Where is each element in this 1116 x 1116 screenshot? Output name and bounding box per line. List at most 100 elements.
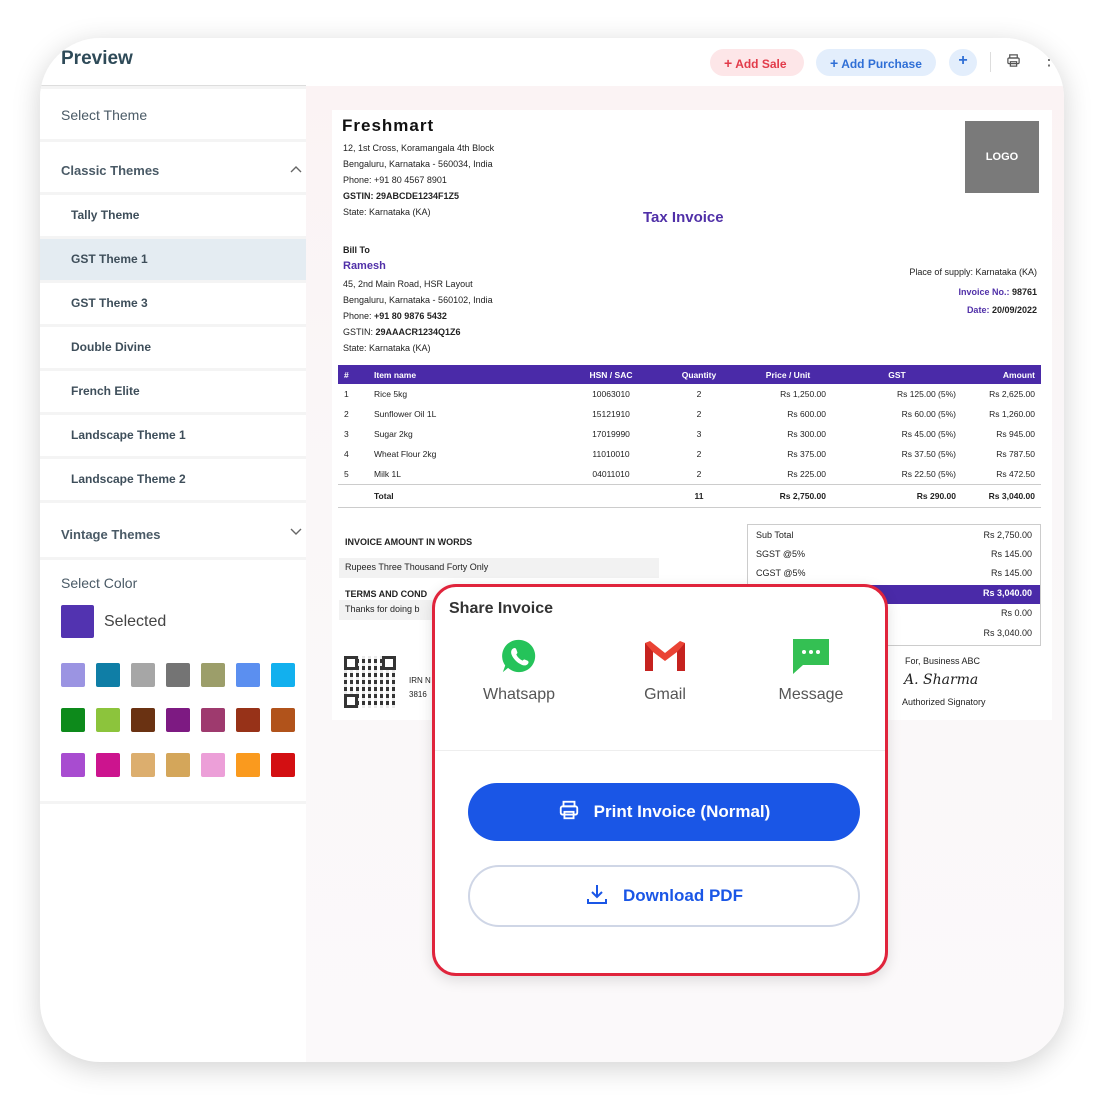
row-amount: Rs 787.50 bbox=[996, 449, 1035, 459]
summary-value: Rs 3,040.00 bbox=[982, 588, 1032, 598]
irn-label: IRN N bbox=[409, 676, 431, 685]
select-theme-heading: Select Theme bbox=[40, 89, 306, 139]
toolbar-divider bbox=[990, 52, 991, 72]
summary-label: SGST @5% bbox=[756, 549, 805, 559]
classic-themes-toggle[interactable]: Classic Themes bbox=[40, 142, 306, 192]
print-invoice-label: Print Invoice (Normal) bbox=[593, 802, 771, 821]
invoice-date: Date: 20/09/2022 bbox=[967, 305, 1037, 315]
row-index: 2 bbox=[344, 409, 349, 419]
download-pdf-button[interactable]: Download PDF bbox=[468, 865, 860, 927]
vintage-themes-toggle[interactable]: Vintage Themes bbox=[40, 503, 306, 557]
color-swatch[interactable] bbox=[96, 708, 120, 732]
signature: A. Sharma bbox=[904, 672, 979, 688]
row-quantity: 2 bbox=[696, 389, 702, 399]
row-index: 3 bbox=[344, 429, 349, 439]
color-swatch[interactable] bbox=[236, 753, 260, 777]
color-swatch[interactable] bbox=[271, 708, 295, 732]
more-options-icon[interactable]: ⋮ bbox=[1041, 50, 1057, 70]
color-swatch[interactable] bbox=[166, 663, 190, 687]
selected-color-label: Selected bbox=[104, 612, 167, 630]
authorized-signatory: Authorized Signatory bbox=[902, 697, 986, 707]
app-frame: Preview Select Theme Classic Themes Tall… bbox=[40, 38, 1064, 1062]
share-message-button[interactable]: Message bbox=[751, 637, 871, 704]
summary-row: CGST @5% Rs 145.00 bbox=[748, 565, 1040, 584]
theme-item-tally[interactable]: Tally Theme bbox=[40, 195, 306, 236]
col-price: Price / Unit bbox=[744, 365, 832, 384]
download-pdf-label: Download PDF bbox=[623, 886, 743, 905]
add-sale-button[interactable]: + Add Sale bbox=[710, 49, 804, 76]
row-gst: Rs 45.00 (5%) bbox=[901, 429, 956, 439]
color-swatch[interactable] bbox=[61, 753, 85, 777]
row-quantity: 2 bbox=[696, 409, 702, 419]
select-color-heading: Select Color bbox=[61, 575, 138, 591]
row-hsn: 04011010 bbox=[592, 468, 630, 479]
row-gst: Rs 125.00 (5%) bbox=[896, 389, 956, 399]
share-gmail-button[interactable]: Gmail bbox=[605, 637, 725, 704]
color-swatch[interactable] bbox=[131, 753, 155, 777]
classic-themes-label: Classic Themes bbox=[61, 163, 160, 178]
total-label: Total bbox=[368, 483, 568, 508]
message-icon bbox=[791, 639, 831, 679]
download-icon bbox=[585, 882, 609, 911]
add-purchase-label: Add Purchase bbox=[841, 57, 922, 71]
color-swatch[interactable] bbox=[166, 708, 190, 732]
add-purchase-button[interactable]: + Add Purchase bbox=[816, 49, 936, 76]
row-amount: Rs 472.50 bbox=[996, 468, 1035, 479]
theme-item-gst-3[interactable]: GST Theme 3 bbox=[40, 283, 306, 324]
summary-row: Sub Total Rs 2,750.00 bbox=[748, 527, 1040, 546]
row-gst: Rs 22.50 (5%) bbox=[901, 468, 956, 479]
theme-item-landscape-1[interactable]: Landscape Theme 1 bbox=[40, 415, 306, 456]
gmail-icon bbox=[642, 641, 688, 679]
color-swatch[interactable] bbox=[236, 708, 260, 732]
invoice-title: Tax Invoice bbox=[643, 209, 724, 226]
color-swatch[interactable] bbox=[96, 753, 120, 777]
gmail-label: Gmail bbox=[644, 686, 686, 703]
color-swatch[interactable] bbox=[201, 663, 225, 687]
row-item-name: Sugar 2kg bbox=[374, 429, 413, 439]
row-amount: Rs 945.00 bbox=[996, 429, 1035, 439]
color-swatch[interactable] bbox=[96, 663, 120, 687]
share-whatsapp-button[interactable]: Whatsapp bbox=[459, 637, 579, 704]
color-swatch[interactable] bbox=[201, 708, 225, 732]
theme-item-french-elite[interactable]: French Elite bbox=[40, 371, 306, 412]
color-swatch[interactable] bbox=[61, 708, 85, 732]
color-swatch[interactable] bbox=[201, 753, 225, 777]
row-index: 1 bbox=[344, 389, 349, 399]
customer-gstin-label: GSTIN: bbox=[343, 327, 376, 337]
color-swatch[interactable] bbox=[271, 663, 295, 687]
color-swatch[interactable] bbox=[131, 708, 155, 732]
sidebar-title: Preview bbox=[40, 38, 306, 86]
summary-value: Rs 145.00 bbox=[990, 568, 1032, 578]
customer-phone-value: +91 80 9876 5432 bbox=[374, 311, 447, 321]
invoice-number-value: 98761 bbox=[1011, 287, 1037, 297]
print-invoice-button[interactable]: Print Invoice (Normal) bbox=[468, 783, 860, 841]
message-label: Message bbox=[778, 686, 844, 703]
color-swatch[interactable] bbox=[131, 663, 155, 687]
row-gst: Rs 60.00 (5%) bbox=[901, 409, 956, 419]
customer-gstin: GSTIN: 29AAACR1234Q1Z6 bbox=[343, 327, 461, 337]
color-swatch[interactable] bbox=[61, 663, 85, 687]
theme-item-landscape-2[interactable]: Landscape Theme 2 bbox=[40, 459, 306, 500]
row-amount: Rs 2,625.00 bbox=[989, 389, 1035, 399]
whatsapp-icon bbox=[500, 639, 538, 679]
chevron-down-icon bbox=[290, 525, 302, 539]
table-row: 1 Rice 5kg 10063010 2 Rs 1,250.00 Rs 125.00 (… bbox=[338, 384, 1041, 404]
color-swatch[interactable] bbox=[236, 663, 260, 687]
color-swatch[interactable] bbox=[271, 753, 295, 777]
theme-item-gst-1[interactable]: GST Theme 1 bbox=[40, 239, 306, 280]
row-hsn: 17019990 bbox=[592, 429, 630, 439]
add-more-button[interactable]: + bbox=[949, 49, 977, 76]
invoice-date-value: 20/09/2022 bbox=[991, 305, 1037, 315]
customer-address-1: 45, 2nd Main Road, HSR Layout bbox=[343, 279, 473, 289]
company-address-2: Bengaluru, Karnataka - 560034, India bbox=[343, 159, 493, 169]
company-gstin: GSTIN: 29ABCDE1234F1Z5 bbox=[343, 191, 460, 201]
printer-icon[interactable] bbox=[1006, 53, 1021, 73]
place-of-supply: Place of supply: Karnataka (KA) bbox=[909, 267, 1037, 277]
company-phone: Phone: +91 80 4567 8901 bbox=[343, 175, 447, 185]
color-picker: Select Color Selected bbox=[40, 560, 306, 801]
theme-item-double-divine[interactable]: Double Divine bbox=[40, 327, 306, 368]
color-swatch[interactable] bbox=[166, 753, 190, 777]
terms-label: TERMS AND COND bbox=[345, 589, 428, 599]
selected-color-swatch[interactable] bbox=[61, 605, 94, 638]
row-quantity: 2 bbox=[696, 468, 702, 479]
